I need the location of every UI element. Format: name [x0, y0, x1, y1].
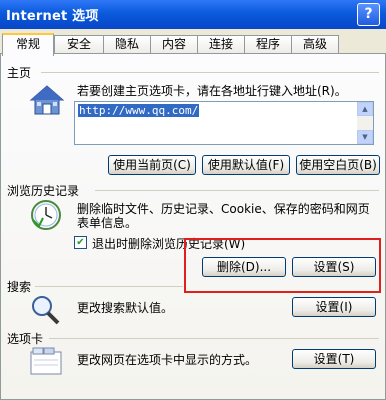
title-bar: Internet 选项 ?	[0, 0, 386, 29]
history-clock-icon	[31, 200, 61, 230]
tabs-divider	[49, 338, 379, 339]
search-settings-button[interactable]: 设置(I)	[292, 297, 376, 317]
tab-strip: 常规 安全 隐私 内容 连接 程序 高级	[0, 33, 386, 56]
use-blank-button[interactable]: 使用空白页(B)	[296, 155, 380, 175]
tab-general[interactable]: 常规	[2, 33, 54, 56]
search-description: 更改搜索默认值。	[77, 301, 174, 315]
use-default-button[interactable]: 使用默认值(F)	[202, 155, 290, 175]
tabs-settings-button[interactable]: 设置(T)	[292, 349, 376, 369]
home-url-field[interactable]: http://www.qq.com/ ▲ ▼	[74, 101, 374, 145]
tab-content[interactable]: 内容	[150, 35, 198, 54]
history-description-line2: 表单信息。	[77, 216, 138, 230]
url-scrollbar[interactable]: ▲ ▼	[357, 102, 373, 144]
tabbed-window-icon	[30, 347, 62, 375]
search-section-title: 搜索	[7, 280, 32, 294]
history-divider	[95, 190, 379, 191]
home-divider	[41, 72, 379, 73]
help-button[interactable]: ?	[357, 3, 380, 26]
house-icon	[29, 85, 65, 115]
home-description: 若要创建主页选项卡，请在各地址行键入地址(R)。	[77, 84, 347, 98]
delete-on-exit-checkbox[interactable]: ✔	[74, 236, 87, 249]
tabs-description: 更改网页在选项卡中显示的方式。	[77, 353, 258, 367]
home-url-value[interactable]: http://www.qq.com/	[78, 104, 200, 117]
magnifier-icon	[32, 296, 60, 325]
window-title: Internet 选项	[6, 9, 99, 24]
search-divider	[35, 286, 183, 287]
highlight-box	[184, 238, 381, 293]
general-panel: 主页 若要创建主页选项卡，请在各地址行键入地址(R)。 http://www.q…	[0, 53, 386, 400]
use-current-button[interactable]: 使用当前页(C)	[108, 155, 196, 175]
history-section-title: 浏览历史记录	[7, 184, 80, 198]
tabs-section-title: 选项卡	[7, 332, 44, 346]
tab-security[interactable]: 安全	[54, 35, 104, 54]
tab-advanced[interactable]: 高级	[291, 35, 339, 54]
tab-privacy[interactable]: 隐私	[103, 35, 151, 54]
home-section-title: 主页	[7, 66, 32, 80]
tab-connections[interactable]: 连接	[197, 35, 245, 54]
tab-programs[interactable]: 程序	[244, 35, 292, 54]
scroll-down-icon[interactable]: ▼	[357, 130, 373, 144]
scroll-up-icon[interactable]: ▲	[357, 102, 373, 116]
